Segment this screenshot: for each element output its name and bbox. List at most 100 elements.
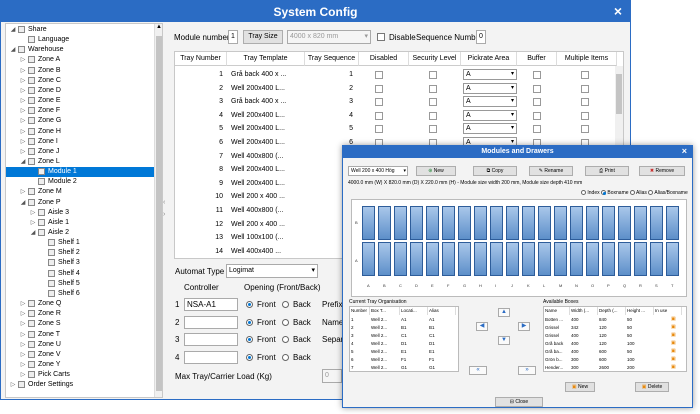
rename-button[interactable]: ✎ Rename — [529, 166, 573, 176]
list-item[interactable]: 7 Well 2... G1 G1 — [350, 364, 458, 371]
tree-item[interactable]: ◢ Share — [6, 25, 156, 35]
list-item[interactable]: 6 Well 2... F1 F1 — [350, 356, 458, 363]
tray-box[interactable] — [586, 242, 599, 276]
pickrate-select[interactable]: A ▾ — [463, 82, 517, 94]
tray-box[interactable] — [586, 206, 599, 240]
table-row[interactable]: 5 Well 200x400 L... 5 A ▾ — [175, 122, 615, 136]
automat-type-select[interactable]: Logimat ▾ — [226, 264, 318, 278]
tray-box[interactable] — [618, 242, 631, 276]
tray-box[interactable] — [650, 206, 663, 240]
tray-box[interactable] — [506, 206, 519, 240]
tray-box[interactable] — [394, 242, 407, 276]
chevron-left-icon[interactable]: ◀ — [476, 322, 488, 331]
tray-box[interactable] — [474, 242, 487, 276]
close-icon[interactable]: × — [614, 3, 622, 19]
controller-field[interactable] — [184, 350, 238, 364]
column-header[interactable]: Tray Sequence — [305, 52, 359, 66]
tray-box[interactable] — [554, 206, 567, 240]
tray-box[interactable] — [650, 242, 663, 276]
column-header[interactable]: Security Level — [409, 52, 461, 66]
list-item[interactable]: 4 Well 2... D1 D1 — [350, 340, 458, 347]
tree-item[interactable]: ▷ Zone S — [6, 319, 156, 329]
multiple-items-checkbox[interactable] — [581, 125, 589, 134]
list-header[interactable]: Height ... — [626, 307, 654, 315]
tray-box[interactable] — [394, 206, 407, 240]
column-header[interactable]: Buffer — [517, 52, 557, 66]
expand-arrow-icon[interactable]: ▷ — [20, 340, 26, 350]
tree-item[interactable]: ▷ Zone U — [6, 340, 156, 350]
tray-box[interactable] — [378, 206, 391, 240]
tree-item[interactable]: ◢ Warehouse — [6, 45, 156, 55]
chevron-right-icon[interactable]: ▶ — [518, 322, 530, 331]
list-item[interactable]: Grå back 400 120 100 ▣ — [544, 340, 686, 347]
new-template-button[interactable]: ⊕ New — [416, 166, 456, 176]
tree-item[interactable]: Shelf 5 — [6, 279, 156, 289]
tree-item[interactable]: ◢ Zone L — [6, 157, 156, 167]
pickrate-select[interactable]: A ▾ — [463, 123, 517, 135]
move-all-right-icon[interactable]: » — [518, 366, 536, 375]
buffer-checkbox[interactable] — [533, 125, 541, 134]
move-all-left-icon[interactable]: « — [469, 366, 487, 375]
tree-item[interactable]: ▷ Aisle 3 — [6, 208, 156, 218]
expand-arrow-icon[interactable]: ◢ — [30, 228, 36, 238]
tree-item[interactable]: ▷ Zone I — [6, 137, 156, 147]
tray-box[interactable] — [602, 206, 615, 240]
front-radio[interactable] — [246, 336, 253, 343]
list-header[interactable]: Number — [350, 307, 370, 315]
multiple-items-checkbox[interactable] — [581, 98, 589, 107]
tray-box[interactable] — [634, 206, 647, 240]
tray-box[interactable] — [666, 242, 679, 276]
tree-item[interactable]: ◢ Zone P — [6, 198, 156, 208]
tree-item[interactable]: ▷ Zone M — [6, 187, 156, 197]
expand-arrow-icon[interactable]: ▷ — [20, 55, 26, 65]
tree-item[interactable]: ▷ Zone H — [6, 127, 156, 137]
list-header[interactable]: Width (... — [570, 307, 598, 315]
expand-arrow-icon[interactable]: ▷ — [20, 187, 26, 197]
front-radio[interactable] — [246, 301, 253, 308]
expand-arrow-icon[interactable]: ▷ — [20, 106, 26, 116]
list-item[interactable]: Grå ba... 400 600 50 ▣ — [544, 348, 686, 355]
tray-box[interactable] — [442, 206, 455, 240]
expand-arrow-icon[interactable]: ▷ — [20, 96, 26, 106]
list-item[interactable]: Grissel 400 120 50 ▣ — [544, 332, 686, 339]
back-radio[interactable] — [282, 336, 289, 343]
back-radio[interactable] — [282, 353, 289, 361]
tree-item[interactable]: ▷ Zone Y — [6, 360, 156, 370]
list-item[interactable]: 1 Well 2... A1 A1 — [350, 316, 458, 323]
controller-field[interactable] — [184, 315, 238, 329]
expand-arrow-icon[interactable]: ▷ — [20, 86, 26, 96]
tree-item[interactable]: ▷ Pick Carts — [6, 370, 156, 380]
tray-box[interactable] — [522, 242, 535, 276]
column-header[interactable]: Tray Number — [175, 52, 227, 66]
tray-box[interactable] — [490, 206, 503, 240]
table-row[interactable]: 4 Well 200x400 L... 4 A ▾ — [175, 109, 615, 123]
list-item[interactable]: Hender... 300 2600 200 ▣ — [544, 364, 686, 371]
expand-arrow-icon[interactable]: ▷ — [10, 380, 16, 390]
tray-box[interactable] — [538, 242, 551, 276]
tray-box[interactable] — [426, 242, 439, 276]
list-item[interactable]: Grissel 342 120 50 ▣ — [544, 324, 686, 331]
delete-box-button[interactable]: ▣ Delete — [635, 382, 669, 392]
security-checkbox[interactable] — [429, 111, 437, 120]
module-number-field[interactable]: 1 — [228, 30, 238, 44]
disable-checkbox[interactable] — [377, 33, 385, 41]
tray-box[interactable] — [554, 242, 567, 276]
disabled-checkbox[interactable] — [375, 84, 383, 93]
tray-box[interactable] — [442, 242, 455, 276]
expand-arrow-icon[interactable]: ▷ — [20, 147, 26, 157]
expand-arrow-icon[interactable]: ▷ — [30, 218, 36, 228]
tree-item[interactable]: ▷ Order Settings — [6, 380, 156, 390]
chevron-left-icon[interactable]: ‹ — [163, 199, 165, 206]
tree-item[interactable]: Shelf 1 — [6, 238, 156, 248]
tree-item[interactable]: ▷ Zone J — [6, 147, 156, 157]
buffer-checkbox[interactable] — [533, 111, 541, 120]
expand-arrow-icon[interactable]: ▷ — [20, 370, 26, 380]
tree-item[interactable]: ▷ Zone V — [6, 350, 156, 360]
tray-box[interactable] — [618, 206, 631, 240]
list-header[interactable]: In use — [654, 307, 682, 315]
tray-box[interactable] — [506, 242, 519, 276]
column-header[interactable]: Tray Template — [227, 52, 305, 66]
tree-item[interactable]: ▷ Zone T — [6, 330, 156, 340]
security-checkbox[interactable] — [429, 125, 437, 134]
panel-splitter[interactable]: ‹ › — [163, 23, 171, 398]
